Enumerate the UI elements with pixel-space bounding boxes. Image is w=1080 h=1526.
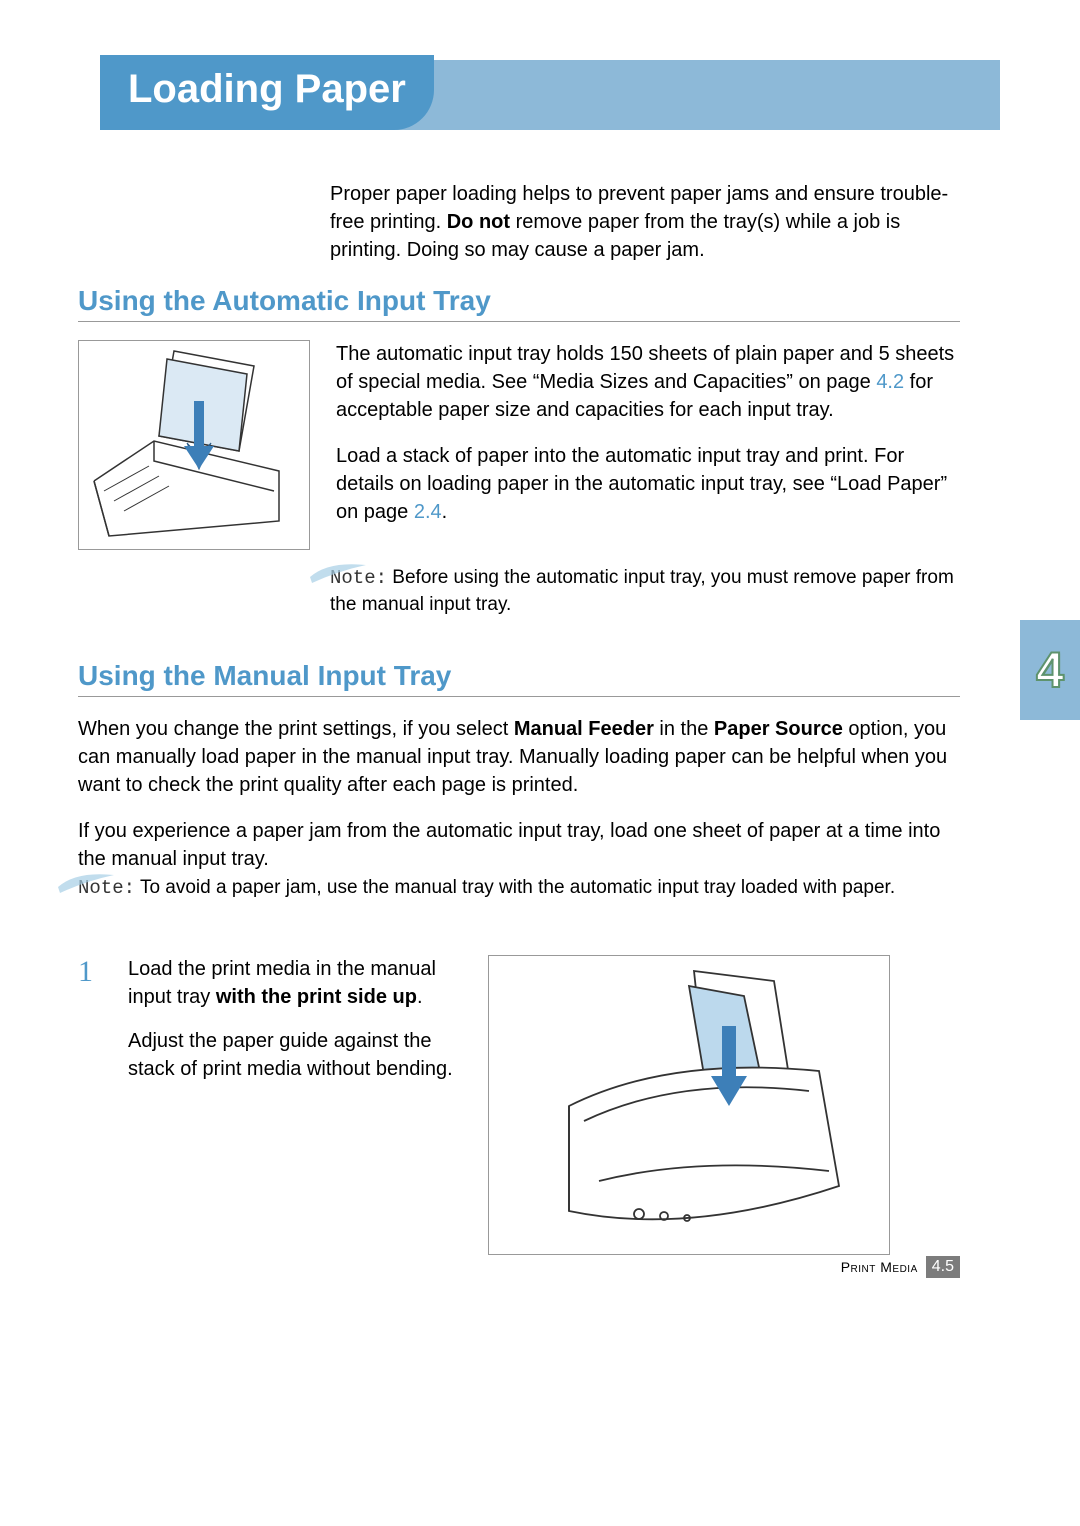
chapter-number: 4: [1036, 641, 1064, 699]
s2p1-mid: in the: [654, 718, 714, 740]
page-footer: Print Media 4.5: [841, 1256, 960, 1278]
step-number: 1: [78, 955, 98, 1255]
footer-page-number: 4.5: [926, 1256, 960, 1278]
note-manual-tray: Note: To avoid a paper jam, use the manu…: [78, 875, 960, 902]
step-1: 1 Load the print media in the manual inp…: [78, 955, 960, 1255]
intro-bold: Do not: [447, 211, 510, 233]
intro-paragraph: Proper paper loading helps to prevent pa…: [330, 180, 960, 264]
heading-automatic-tray: Using the Automatic Input Tray: [78, 285, 960, 322]
section1-p1: The automatic input tray holds 150 sheet…: [336, 340, 960, 424]
s1p1-pre: The automatic input tray holds 150 sheet…: [336, 343, 954, 393]
section2-p1: When you change the print settings, if y…: [78, 715, 960, 799]
note-label: Note:: [330, 567, 387, 589]
s1p2-post: .: [442, 501, 448, 523]
step1-p2: Adjust the paper guide against the stack…: [128, 1027, 458, 1083]
section-manual-tray: Using the Manual Input Tray When you cha…: [78, 660, 960, 891]
footer-section-label: Print Media: [841, 1259, 918, 1275]
section1-p2: Load a stack of paper into the automatic…: [336, 442, 960, 526]
section-automatic-tray: Using the Automatic Input Tray: [78, 285, 960, 550]
page-ref-2-4[interactable]: 2.4: [414, 501, 442, 523]
printer-illustration-manual-tray: [488, 955, 890, 1255]
s2p1-bold1: Manual Feeder: [514, 718, 654, 740]
chapter-side-tab: 4: [1020, 620, 1080, 720]
printer-illustration-auto-tray: [78, 340, 310, 550]
note-text: Before using the automatic input tray, y…: [330, 567, 954, 615]
heading-manual-tray: Using the Manual Input Tray: [78, 660, 960, 697]
note-automatic-tray: Note: Before using the automatic input t…: [330, 565, 960, 617]
page-title: Loading Paper: [100, 55, 434, 130]
step1-p1-post: .: [417, 986, 423, 1008]
step1-p1: Load the print media in the manual input…: [128, 955, 458, 1011]
page-ref-4-2[interactable]: 4.2: [876, 371, 904, 393]
section2-p2: If you experience a paper jam from the a…: [78, 817, 960, 873]
s2p1-pre: When you change the print settings, if y…: [78, 718, 514, 740]
step1-p1-bold: with the print side up: [216, 986, 417, 1008]
note-label: Note:: [78, 877, 135, 899]
s2p1-bold2: Paper Source: [714, 718, 843, 740]
note-text: To avoid a paper jam, use the manual tra…: [135, 877, 895, 898]
